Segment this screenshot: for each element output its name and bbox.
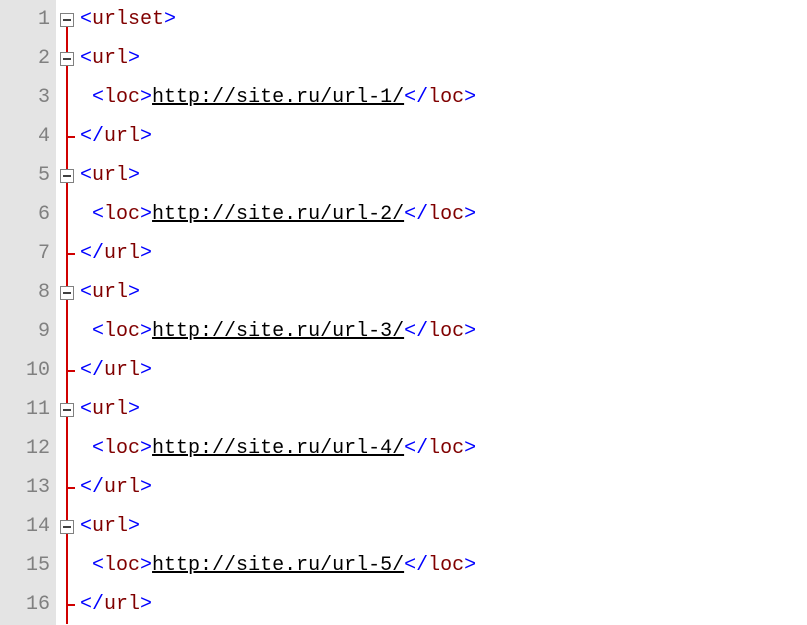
line-number: 15 (0, 546, 50, 585)
code-line[interactable]: </url> (80, 585, 807, 624)
xml-tag-url: url (92, 281, 128, 304)
code-line[interactable]: <loc>http://site.ru/url-4/</loc> (80, 429, 807, 468)
code-line[interactable]: <url> (80, 390, 807, 429)
line-number: 8 (0, 273, 50, 312)
code-line[interactable]: </url> (80, 351, 807, 390)
code-line[interactable]: <loc>http://site.ru/url-5/</loc> (80, 546, 807, 585)
line-number: 3 (0, 78, 50, 117)
xml-tag-urlset: urlset (92, 8, 164, 31)
line-number: 4 (0, 117, 50, 156)
line-number: 10 (0, 351, 50, 390)
code-line[interactable]: <url> (80, 39, 807, 78)
line-number: 9 (0, 312, 50, 351)
code-line[interactable]: <loc>http://site.ru/url-1/</loc> (80, 78, 807, 117)
line-number: 6 (0, 195, 50, 234)
line-number: 2 (0, 39, 50, 78)
code-line[interactable]: <url> (80, 273, 807, 312)
fold-toggle-icon[interactable] (60, 13, 74, 27)
code-line[interactable]: </url> (80, 234, 807, 273)
code-area[interactable]: <urlset> <url> <loc>http://site.ru/url-1… (78, 0, 807, 625)
xml-tag-url: url (92, 398, 128, 421)
fold-end-marker (67, 136, 75, 138)
xml-tag-url-close: url (104, 125, 140, 148)
code-line[interactable]: <loc>http://site.ru/url-3/</loc> (80, 312, 807, 351)
fold-toggle-icon[interactable] (60, 169, 74, 183)
fold-toggle-icon[interactable] (60, 286, 74, 300)
xml-tag-loc: loc (104, 203, 140, 226)
fold-end-marker (67, 487, 75, 489)
fold-margin (56, 0, 78, 625)
code-line[interactable]: <url> (80, 507, 807, 546)
xml-tag-loc: loc (104, 320, 140, 343)
url-value: http://site.ru/url-3/ (152, 320, 404, 343)
url-value: http://site.ru/url-4/ (152, 437, 404, 460)
code-line[interactable]: </url> (80, 117, 807, 156)
xml-tag-loc: loc (104, 86, 140, 109)
line-number: 13 (0, 468, 50, 507)
xml-tag-url-close: url (104, 476, 140, 499)
line-number: 1 (0, 0, 50, 39)
code-editor: 1 2 3 4 5 6 7 8 9 10 11 12 13 14 15 16 (0, 0, 807, 625)
fold-toggle-icon[interactable] (60, 520, 74, 534)
xml-tag-url: url (92, 47, 128, 70)
xml-tag-url: url (92, 515, 128, 538)
xml-tag-url-close: url (104, 359, 140, 382)
xml-tag-url-close: url (104, 242, 140, 265)
url-value: http://site.ru/url-5/ (152, 554, 404, 577)
line-number-gutter: 1 2 3 4 5 6 7 8 9 10 11 12 13 14 15 16 (0, 0, 56, 625)
line-number: 5 (0, 156, 50, 195)
code-line[interactable]: </url> (80, 468, 807, 507)
url-value: http://site.ru/url-1/ (152, 86, 404, 109)
fold-toggle-icon[interactable] (60, 52, 74, 66)
code-line[interactable]: <urlset> (80, 0, 807, 39)
xml-tag-loc: loc (104, 554, 140, 577)
xml-tag-url: url (92, 164, 128, 187)
fold-end-marker (67, 370, 75, 372)
line-number: 7 (0, 234, 50, 273)
xml-tag-loc: loc (104, 437, 140, 460)
fold-end-marker (67, 253, 75, 255)
line-number: 11 (0, 390, 50, 429)
line-number: 12 (0, 429, 50, 468)
line-number: 14 (0, 507, 50, 546)
code-line[interactable]: <url> (80, 156, 807, 195)
code-line[interactable]: <loc>http://site.ru/url-2/</loc> (80, 195, 807, 234)
url-value: http://site.ru/url-2/ (152, 203, 404, 226)
line-number: 16 (0, 585, 50, 624)
fold-toggle-icon[interactable] (60, 403, 74, 417)
xml-tag-url-close: url (104, 593, 140, 616)
fold-end-marker (67, 604, 75, 606)
